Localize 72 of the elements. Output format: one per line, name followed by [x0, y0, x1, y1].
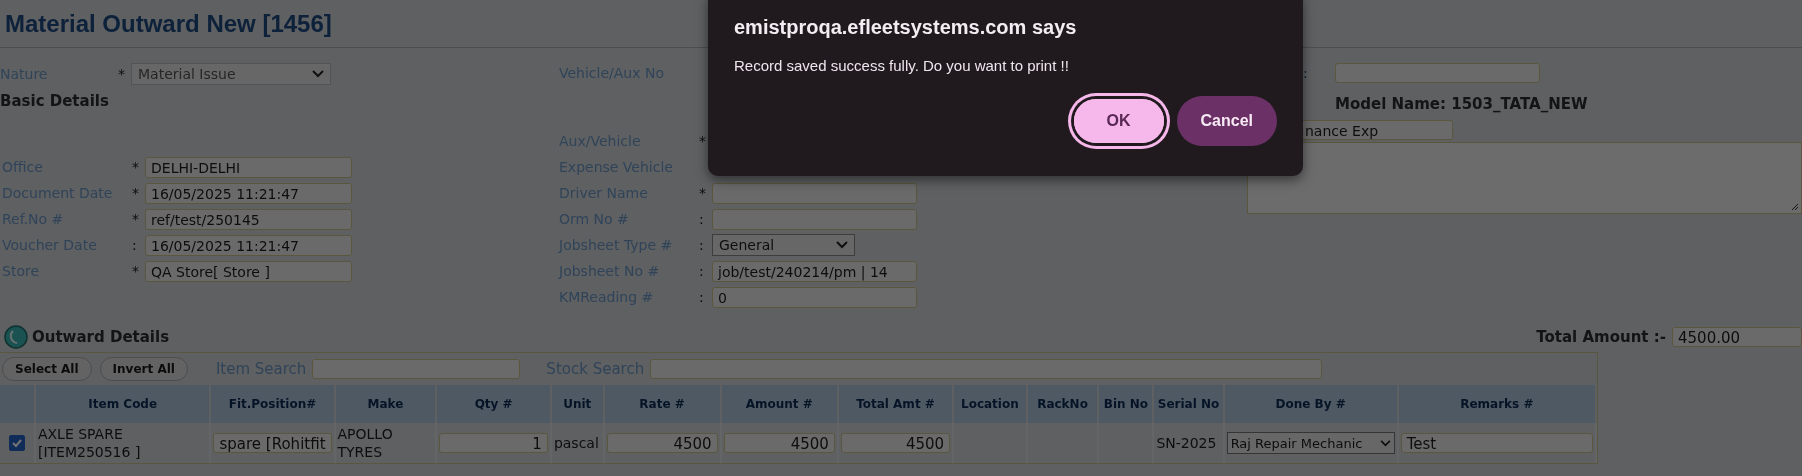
- column-header: Bin No: [1103, 397, 1149, 411]
- search-field[interactable]: [650, 359, 1323, 379]
- section-heading: Outward Details: [32, 328, 170, 346]
- column-header: Item Code: [88, 397, 158, 411]
- text-area[interactable]: [1247, 142, 1802, 214]
- cell-input[interactable]: spare [Rohitfit: [213, 433, 332, 453]
- input-field[interactable]: [1335, 63, 1540, 83]
- table-cell-text: AXLE SPARE [ITEM250516 ]: [37, 425, 142, 461]
- select-field[interactable]: Material Issue: [131, 63, 331, 85]
- column-header: Amount #: [745, 397, 813, 411]
- cell-input[interactable]: 4500: [606, 433, 718, 453]
- dialog-message: Record saved success fully. Do you want to print !!: [734, 57, 1070, 74]
- required-mark: :: [699, 289, 704, 305]
- input-field[interactable]: 16/05/2025 11:21:47: [145, 234, 352, 256]
- cell-input[interactable]: 4500: [723, 433, 835, 453]
- required-mark: *: [132, 185, 139, 201]
- input-field[interactable]: QA Store[ Store ]: [145, 260, 352, 282]
- input-field[interactable]: [712, 182, 917, 204]
- table-cell-text: SN-2025: [1156, 434, 1218, 452]
- column-header: RackNo: [1037, 397, 1088, 411]
- cell-input[interactable]: Test: [1400, 433, 1593, 453]
- required-mark: *: [132, 159, 139, 175]
- required-mark: :: [699, 211, 704, 227]
- refresh-icon: [4, 325, 28, 349]
- column-header: Remarks #: [1460, 397, 1534, 411]
- required-mark: *: [132, 263, 139, 279]
- dialog-title: emistproqa.efleetsystems.com says: [734, 16, 1078, 39]
- column-header: Location: [961, 397, 1019, 411]
- column-header: Make: [367, 397, 404, 411]
- input-field[interactable]: ref/test/250145: [145, 208, 352, 230]
- row-checkbox[interactable]: [8, 435, 25, 451]
- input-field[interactable]: [712, 208, 917, 230]
- column-header: Done By #: [1275, 397, 1346, 411]
- required-mark: *: [132, 211, 139, 227]
- required-mark: *: [699, 185, 706, 201]
- chevron-icon: [312, 70, 324, 78]
- check-icon: [10, 437, 23, 449]
- total-amount-field[interactable]: 4500.00: [1672, 327, 1802, 347]
- required-mark: :: [132, 237, 137, 253]
- input-field[interactable]: job/test/240214/pm | 14: [712, 260, 917, 282]
- section-heading: Basic Details: [0, 92, 109, 110]
- model-name: Model Name: 1503_TATA_NEW: [1335, 95, 1588, 113]
- field-label: :: [1302, 65, 1309, 81]
- required-mark: :: [699, 263, 704, 279]
- total-amount-label: Total Amount :-: [1536, 328, 1666, 346]
- column-header: Total Amt #: [856, 397, 935, 411]
- column-header: Unit: [563, 397, 592, 411]
- cancel-button[interactable]: Cancel: [1176, 96, 1277, 146]
- column-header: Rate #: [639, 397, 685, 411]
- cell-input[interactable]: 1: [439, 433, 548, 453]
- cell-input[interactable]: 4500: [840, 433, 951, 453]
- ok-button[interactable]: OK: [1070, 96, 1167, 146]
- chevron-icon: [1379, 439, 1391, 447]
- table-cell-text: pascal: [553, 434, 600, 452]
- select-field[interactable]: General: [712, 234, 855, 256]
- page-title: Material Outward New [1456]: [5, 9, 332, 38]
- input-field[interactable]: 16/05/2025 11:21:47: [145, 182, 352, 204]
- table-cell-text: APOLLO TYRES: [337, 425, 394, 461]
- chevron-icon: [836, 241, 848, 249]
- required-mark: *: [699, 133, 706, 149]
- input-field[interactable]: 0: [712, 286, 917, 308]
- column-header: Fit.Position#: [228, 397, 317, 411]
- cell-select[interactable]: Raj Repair Mechanic: [1226, 432, 1395, 454]
- required-mark: *: [118, 66, 125, 82]
- column-header: Serial No: [1157, 397, 1220, 411]
- input-field[interactable]: DELHI-DELHI: [145, 156, 352, 178]
- toolbar-button[interactable]: Invert All: [99, 357, 188, 381]
- toolbar-button[interactable]: Select All: [2, 357, 92, 381]
- column-header: Qty #: [474, 397, 513, 411]
- search-field[interactable]: [312, 359, 521, 379]
- required-mark: :: [699, 237, 704, 253]
- resize-grip-icon: [1791, 203, 1799, 211]
